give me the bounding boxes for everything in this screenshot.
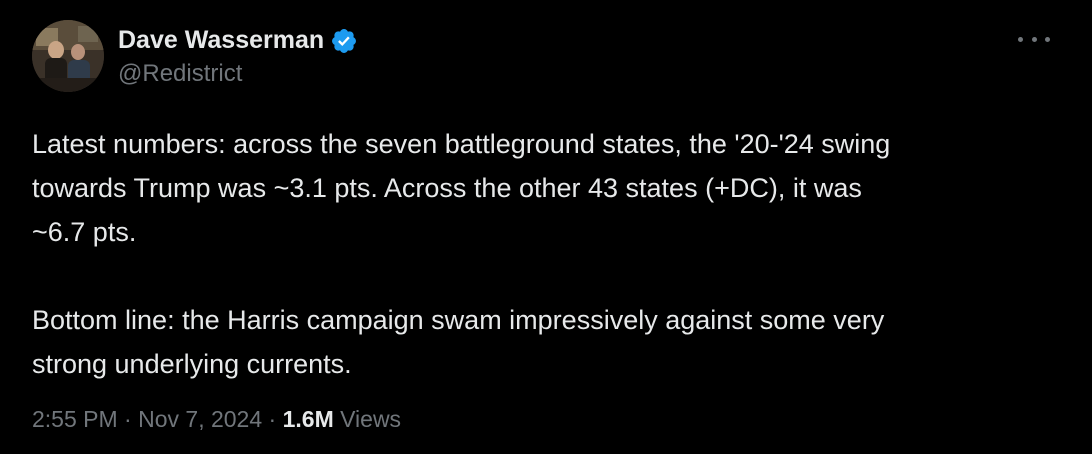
display-name-text[interactable]: Dave Wasserman	[118, 26, 324, 55]
avatar-image	[32, 20, 104, 92]
tweet-metadata: 2:55 PM · Nov 7, 2024 · 1.6M Views	[32, 406, 401, 433]
tweet-date[interactable]: Nov 7, 2024	[138, 406, 262, 432]
avatar[interactable]	[32, 20, 104, 92]
author-handle[interactable]: @Redistrict	[118, 60, 242, 88]
more-horizontal-icon	[1018, 36, 1023, 42]
more-horizontal-icon	[1031, 36, 1037, 42]
meta-separator: ·	[268, 406, 277, 432]
more-options-button[interactable]	[1018, 26, 1050, 52]
tweet-text: Latest numbers: across the seven battleg…	[32, 129, 891, 379]
more-horizontal-icon	[1045, 36, 1050, 42]
views-label: Views	[340, 406, 402, 432]
tweet-time[interactable]: 2:55 PM	[32, 406, 118, 432]
verified-badge-icon[interactable]	[330, 27, 358, 55]
author-display-name[interactable]: Dave Wasserman	[118, 26, 358, 55]
meta-separator: ·	[124, 406, 132, 432]
tweet-card: Dave Wasserman @Redistrict Latest number…	[0, 0, 1092, 454]
views-count[interactable]: 1.6M	[283, 406, 334, 432]
